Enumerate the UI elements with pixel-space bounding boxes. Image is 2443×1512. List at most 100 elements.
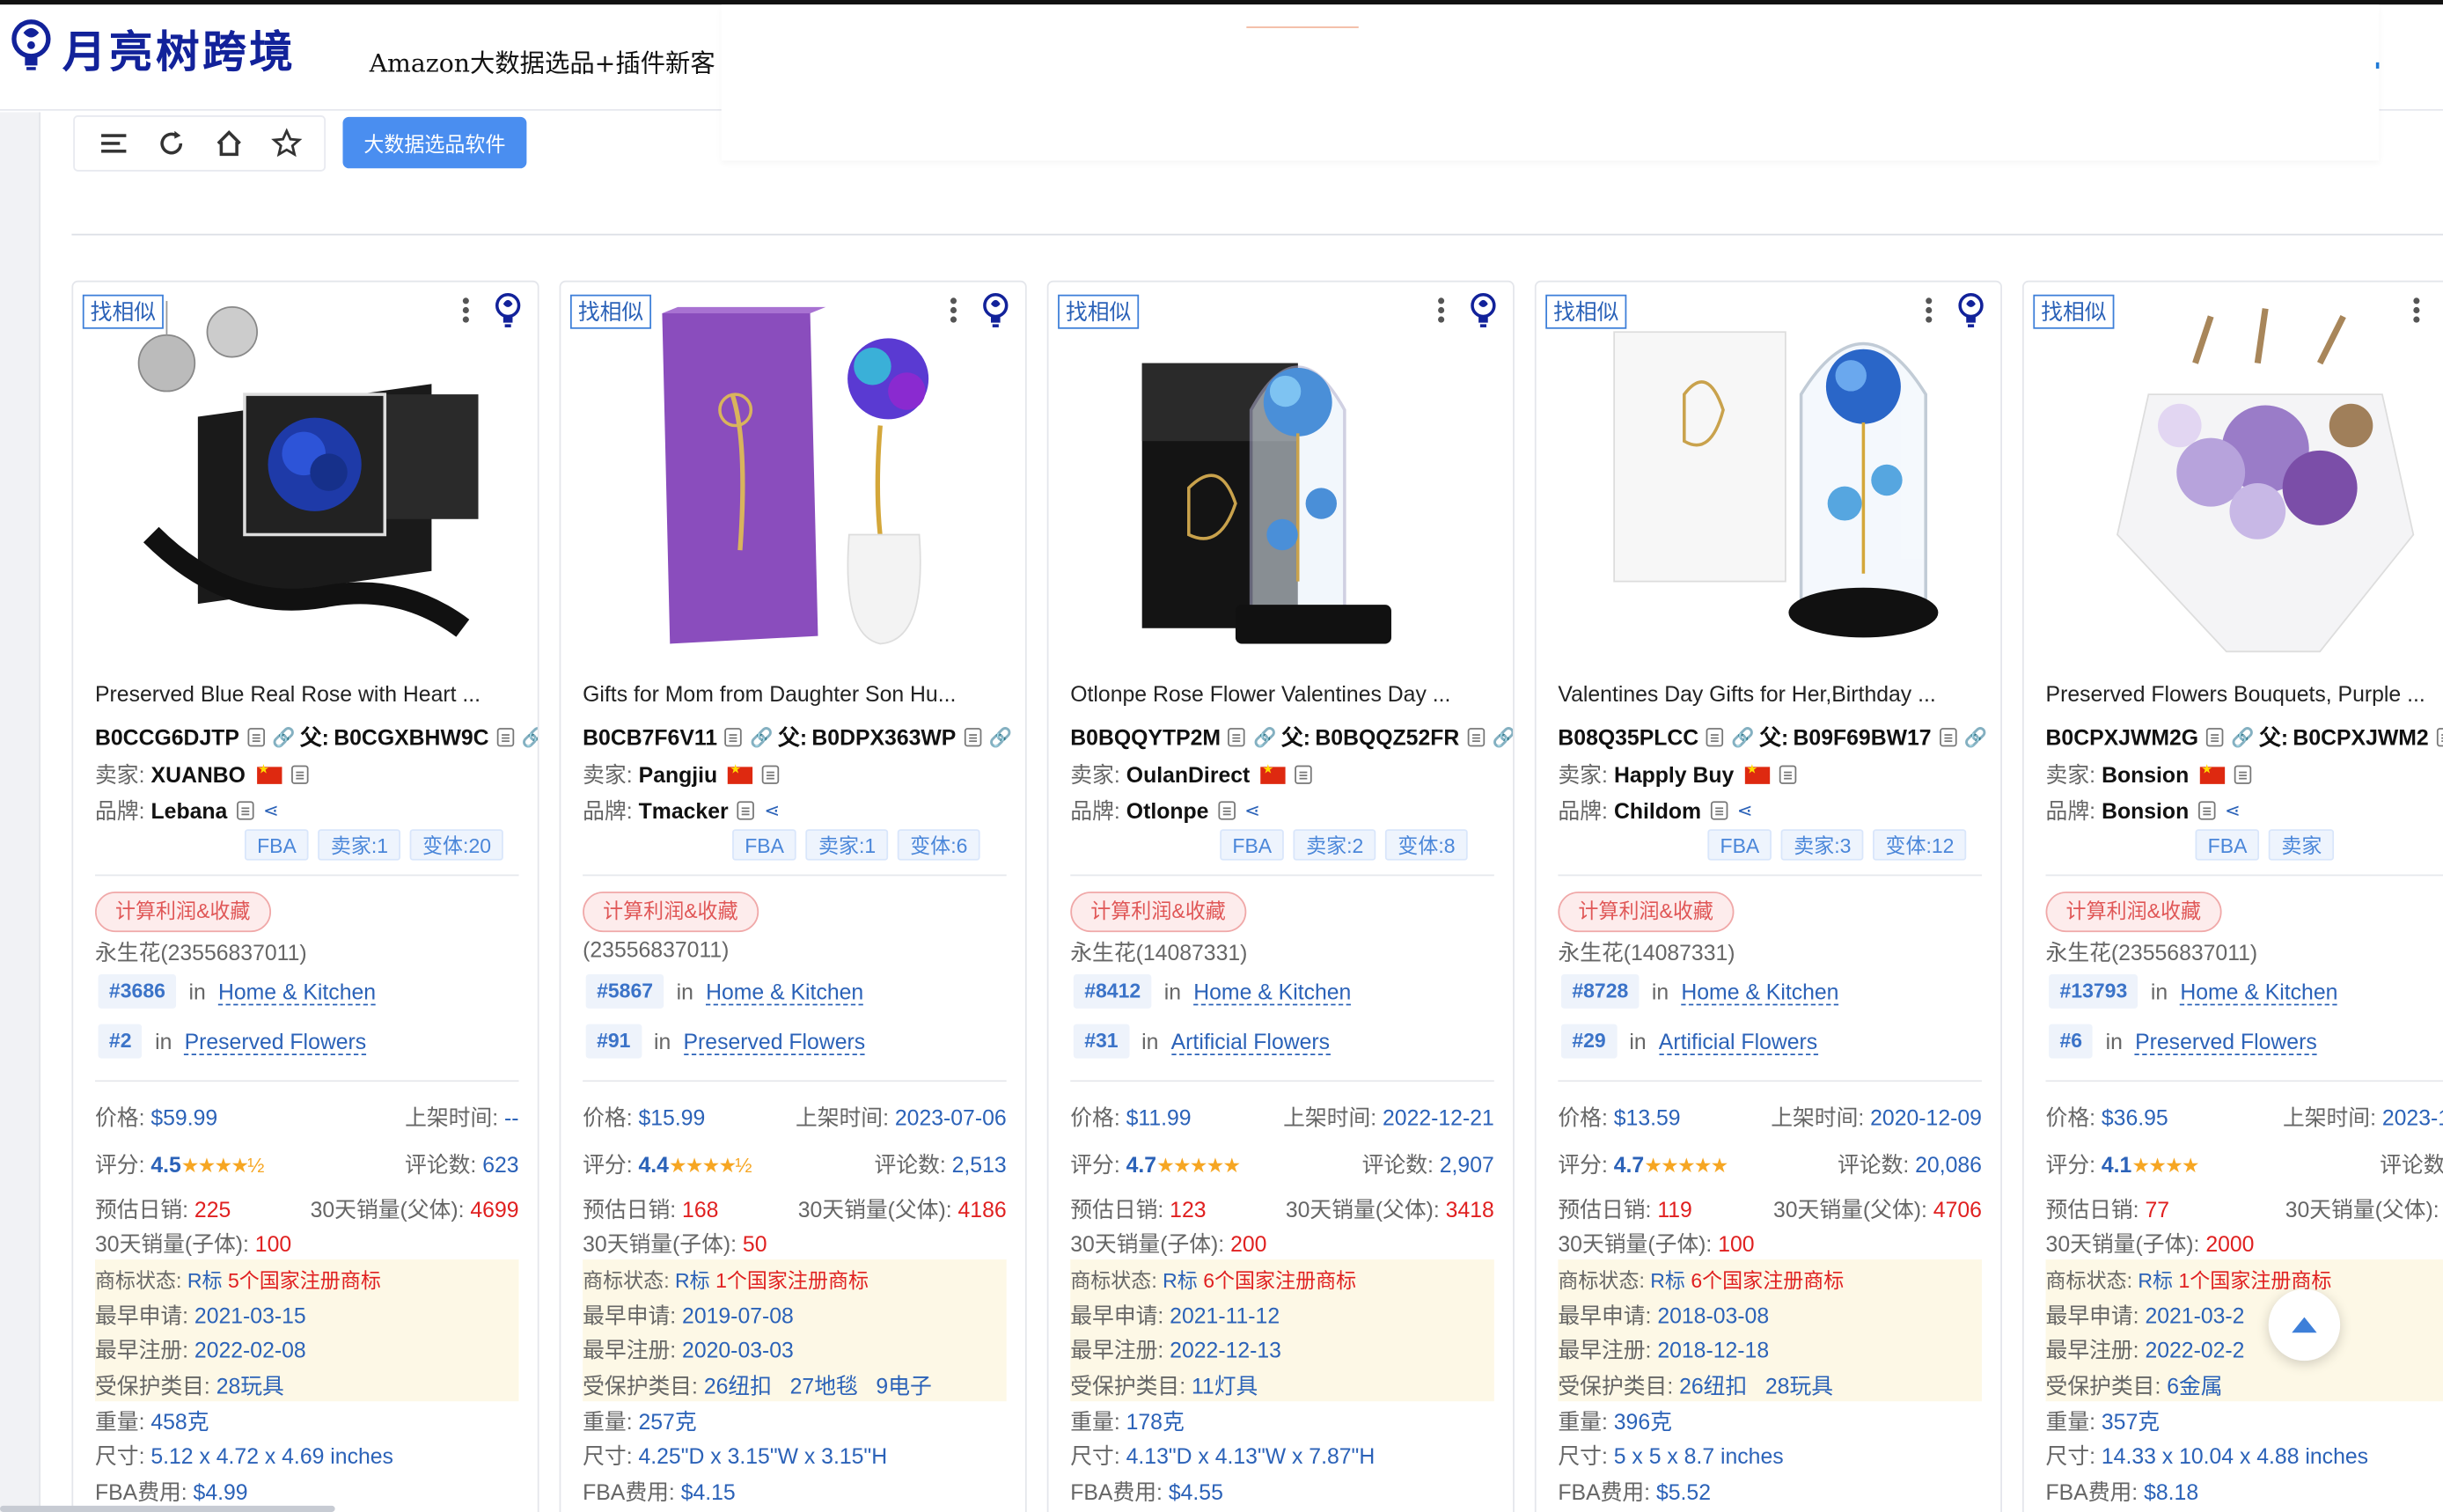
calc-profit-button[interactable]: 计算利润&收藏 [94,892,271,933]
calc-profit-button[interactable]: 计算利润&收藏 [1558,892,1734,933]
find-similar-tag[interactable]: 找相似 [1545,294,1627,329]
info-pill[interactable]: FBA [2195,829,2260,861]
rank-category-link[interactable]: Home & Kitchen [217,978,377,1005]
info-pill[interactable]: 卖家:3 [1781,829,1864,861]
link-icon[interactable]: 🔗 [1964,726,1987,748]
copy-icon[interactable] [1295,765,1313,784]
share-icon[interactable]: ⋖ [1737,800,1753,822]
scroll-to-top-button[interactable] [2268,1288,2341,1362]
tm-count[interactable]: 6个国家注册商标 [1203,1269,1356,1293]
rank-category-link[interactable]: Preserved Flowers [184,1028,367,1055]
info-pill[interactable]: 卖家 [2269,829,2335,861]
share-icon[interactable]: ⋖ [764,800,780,822]
rank-category-link[interactable]: Home & Kitchen [706,978,864,1005]
info-pill[interactable]: 卖家:1 [318,829,401,861]
product-card[interactable]: 找相似 Gifts for Mom from Daughter Son Hu..… [559,280,1027,1512]
tm-count[interactable]: 1个国家注册商标 [715,1269,869,1293]
seller-name[interactable]: Bonsion [2102,762,2189,787]
copy-icon[interactable] [1228,728,1246,747]
tm-count[interactable]: 5个国家注册商标 [228,1269,381,1293]
info-pill[interactable]: 变体:12 [1873,829,1967,861]
product-image[interactable] [1598,301,1956,659]
rank-category-link[interactable]: Preserved Flowers [2135,1028,2317,1055]
product-card[interactable]: 找相似 Preserved Blue Real Rose with Heart … [71,280,539,1512]
brand-name[interactable]: Childom [1614,798,1701,823]
copy-icon[interactable] [2205,728,2224,747]
find-similar-tag[interactable]: 找相似 [82,294,164,329]
product-title[interactable]: Otlonpe Rose Flower Valentines Day ... [1070,681,1503,706]
copy-icon[interactable] [2436,728,2443,747]
plugin-bulb-icon[interactable] [492,291,523,329]
copy-icon[interactable] [1710,801,1728,820]
copy-icon[interactable] [1467,728,1485,747]
product-image[interactable] [2087,301,2443,659]
info-pill[interactable]: FBA [244,829,310,861]
horizontal-scrollbar[interactable] [0,1505,335,1512]
product-image[interactable] [1111,301,1469,659]
seller-name[interactable]: OulanDirect [1126,762,1250,787]
tm-count[interactable]: 6个国家注册商标 [1691,1269,1844,1293]
product-card[interactable]: 找相似 Otlonpe Rose Flower Valentines Day .… [1046,280,1515,1512]
product-card[interactable]: 找相似 Preserved Flowers Bouquets, Purple .… [2021,280,2443,1512]
logo[interactable]: 月亮树跨境 [10,17,297,82]
calc-profit-button[interactable]: 计算利润&收藏 [1070,892,1246,933]
seller-name[interactable]: Happly Buy [1614,762,1734,787]
product-card[interactable]: 找相似 Valentines Day Gifts for Her,Birthda… [1534,280,2002,1512]
info-pill[interactable]: 卖家:1 [805,829,889,861]
brand-name[interactable]: Otlonpe [1126,798,1209,823]
copy-icon[interactable] [2234,765,2252,784]
rank-category-link[interactable]: Home & Kitchen [2180,978,2338,1005]
star-icon[interactable] [268,126,303,160]
info-pill[interactable]: FBA [1707,829,1772,861]
share-icon[interactable]: ⋖ [263,800,279,822]
menu-icon[interactable] [96,126,130,160]
seller-name[interactable]: Pangjiu [639,762,718,787]
brand-name[interactable]: Tmacker [639,798,729,823]
bigdata-selection-button[interactable]: 大数据选品软件 [342,116,527,169]
info-pill[interactable]: 卖家:2 [1293,829,1376,861]
info-pill[interactable]: 变体:6 [897,829,980,861]
share-icon[interactable]: ⋖ [1244,800,1260,822]
copy-icon[interactable] [762,765,781,784]
plugin-bulb-icon[interactable] [1955,291,1986,329]
copy-icon[interactable] [1939,728,1956,747]
rank-category-link[interactable]: Artificial Flowers [1170,1028,1331,1055]
plugin-bulb-icon[interactable] [980,291,1011,329]
product-image[interactable] [136,300,494,659]
info-pill[interactable]: 变体:8 [1385,829,1468,861]
seller-name[interactable]: XUANBO [151,762,246,787]
link-icon[interactable]: 🔗 [2231,726,2254,748]
brand-name[interactable]: Lebana [151,798,228,823]
rank-category-link[interactable]: Home & Kitchen [1681,978,1839,1005]
copy-icon[interactable] [724,728,743,747]
copy-icon[interactable] [1218,801,1236,820]
product-title[interactable]: Valentines Day Gifts for Her,Birthday ..… [1558,681,1991,706]
home-icon[interactable] [211,126,246,160]
copy-icon[interactable] [246,728,265,747]
product-image[interactable] [623,301,981,659]
rank-category-link[interactable]: Home & Kitchen [1193,978,1352,1005]
link-icon[interactable]: 🔗 [272,726,295,748]
link-icon[interactable]: 🔗 [989,726,1012,748]
product-title[interactable]: Preserved Blue Real Rose with Heart ... [95,681,528,706]
refresh-icon[interactable] [153,126,187,160]
copy-icon[interactable] [1706,728,1724,747]
copy-icon[interactable] [290,765,308,784]
link-icon[interactable]: 🔗 [1731,726,1754,748]
find-similar-tag[interactable]: 找相似 [569,294,652,329]
plugin-bulb-icon[interactable] [1468,291,1499,329]
link-icon[interactable]: 🔗 [522,726,538,748]
product-title[interactable]: Gifts for Mom from Daughter Son Hu... [583,681,1016,706]
find-similar-tag[interactable]: 找相似 [2033,294,2115,329]
share-icon[interactable]: ⋖ [2225,800,2241,822]
link-icon[interactable]: 🔗 [1253,726,1276,748]
copy-icon[interactable] [1779,765,1797,784]
copy-icon[interactable] [737,801,755,820]
copy-icon[interactable] [496,728,514,747]
rank-category-link[interactable]: Artificial Flowers [1658,1028,1818,1055]
product-title[interactable]: Preserved Flowers Bouquets, Purple ... [2046,681,2443,706]
brand-name[interactable]: Bonsion [2102,798,2189,823]
find-similar-tag[interactable]: 找相似 [1058,294,1140,329]
info-pill[interactable]: FBA [1220,829,1285,861]
info-pill[interactable]: FBA [732,829,797,861]
